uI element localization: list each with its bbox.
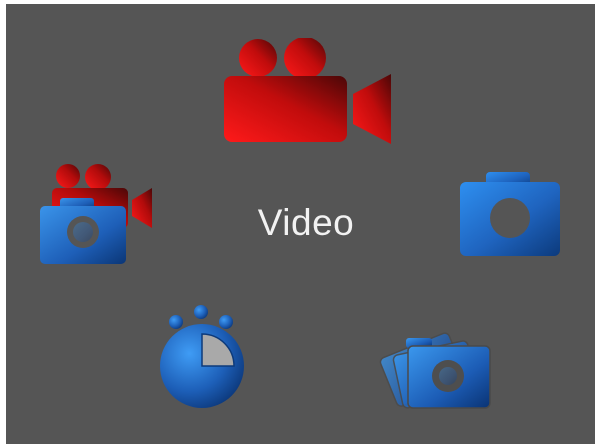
burst-photos-icon[interactable]	[378, 320, 498, 416]
video-photo-combo-icon[interactable]	[38, 162, 156, 264]
time-lapse-timer-icon[interactable]	[156, 300, 252, 412]
selected-mode-label: Video	[257, 202, 355, 243]
photo-camera-icon[interactable]	[458, 170, 564, 260]
mode-dial-screen: Video	[6, 4, 595, 444]
video-camera-icon[interactable]	[221, 38, 396, 148]
